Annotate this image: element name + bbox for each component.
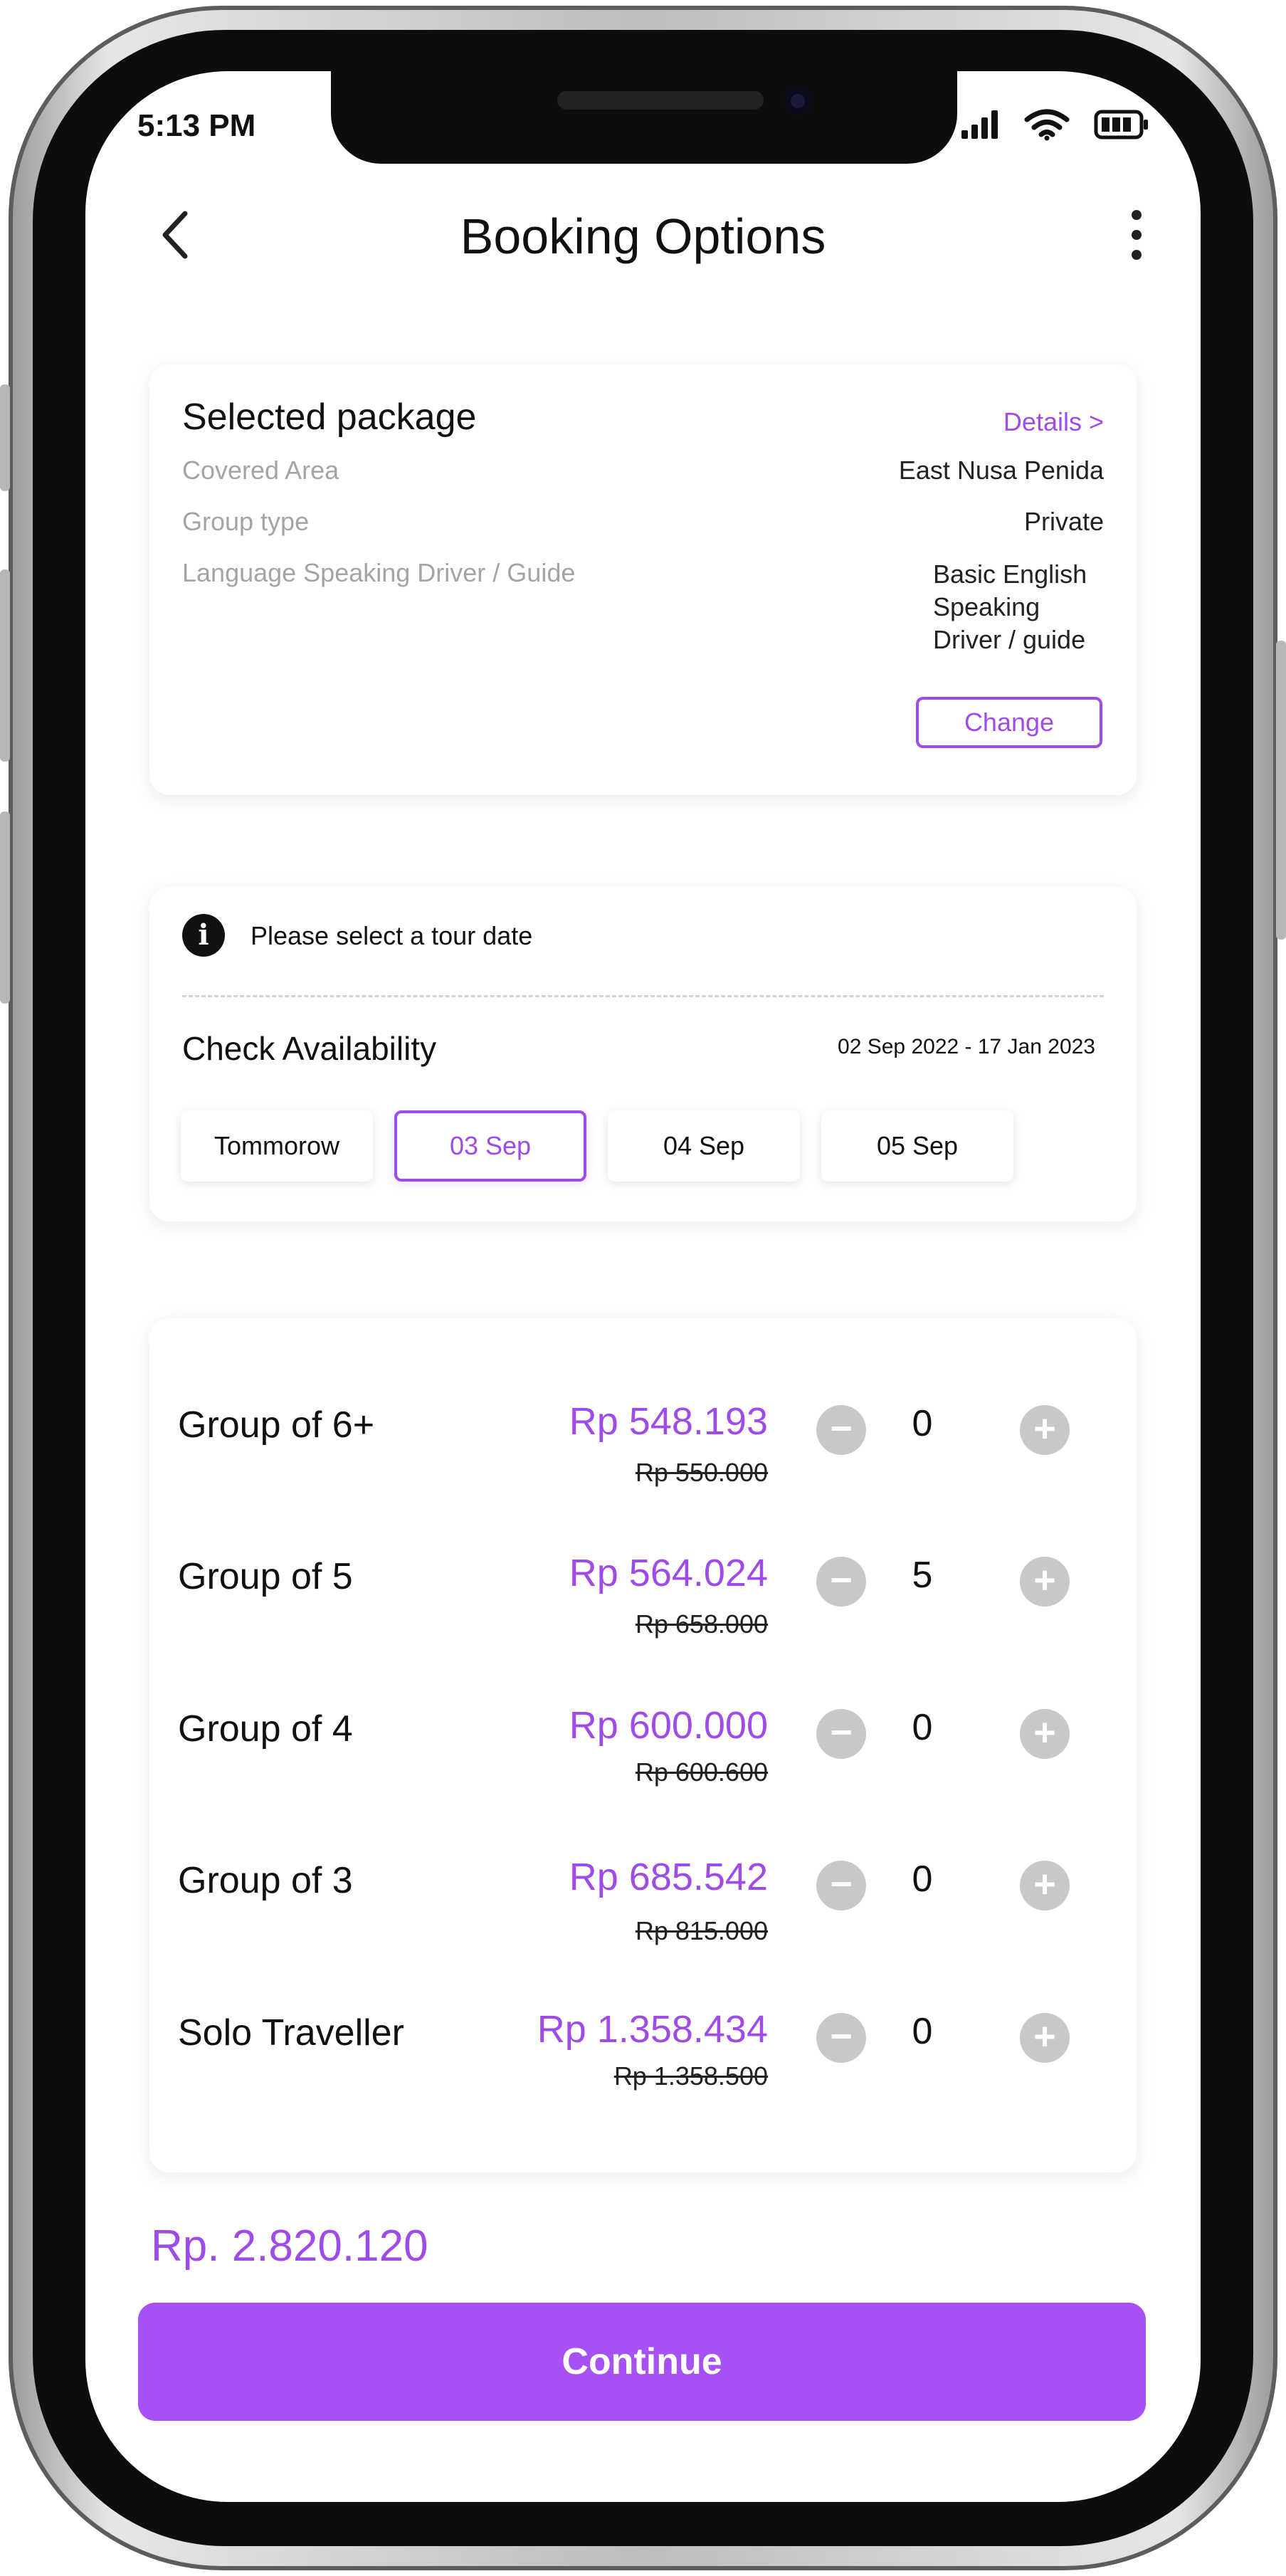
availability-date-range: 02 Sep 2022 - 17 Jan 2023 — [838, 1035, 1095, 1058]
group-pricing-card: Group of 6+ Rp 548.193 Rp 550.000 − 0 + … — [149, 1318, 1137, 2172]
more-options-icon[interactable] — [1122, 206, 1151, 263]
speaker — [557, 91, 764, 110]
decrease-quantity-button[interactable]: − — [816, 2013, 866, 2063]
status-time: 5:13 PM — [137, 108, 256, 143]
language-guide-label: Language Speaking Driver / Guide — [182, 558, 576, 587]
header-bar: Booking Options — [85, 192, 1201, 278]
battery-icon — [1094, 110, 1148, 140]
dashed-divider — [182, 995, 1104, 997]
group-price: Rp 685.542 — [569, 1856, 768, 1898]
group-old-price: Rp 658.000 — [635, 1609, 768, 1639]
date-chip-03-sep[interactable]: 03 Sep — [394, 1110, 586, 1182]
continue-button[interactable]: Continue — [138, 2303, 1146, 2421]
increase-quantity-button[interactable]: + — [1020, 1861, 1070, 1910]
language-guide-value: Basic English Speaking Driver / guide — [933, 559, 1087, 654]
tour-date-hint: Please select a tour date — [251, 921, 533, 950]
date-chip-04-sep[interactable]: 04 Sep — [608, 1110, 800, 1182]
increase-quantity-button[interactable]: + — [1020, 1709, 1070, 1759]
group-price: Rp 564.024 — [569, 1552, 768, 1594]
page-title: Booking Options — [460, 209, 826, 264]
group-label: Group of 5 — [178, 1556, 353, 1597]
group-label: Group of 3 — [178, 1860, 353, 1901]
increase-quantity-button[interactable]: + — [1020, 1405, 1070, 1455]
group-label: Group of 4 — [178, 1708, 353, 1750]
group-type-label: Group type — [182, 507, 310, 536]
notch — [331, 71, 957, 164]
group-old-price: Rp 1.358.500 — [613, 2061, 768, 2091]
phone-side-button — [0, 811, 10, 1004]
date-chip-05-sep[interactable]: 05 Sep — [821, 1110, 1013, 1182]
increase-quantity-button[interactable]: + — [1020, 2013, 1070, 2063]
quantity-value: 0 — [912, 2011, 933, 2052]
total-price: Rp. 2.820.120 — [151, 2222, 428, 2271]
quantity-value: 0 — [912, 1403, 933, 1444]
covered-area-label: Covered Area — [182, 456, 339, 485]
decrease-quantity-button[interactable]: − — [816, 1709, 866, 1759]
decrease-quantity-button[interactable]: − — [816, 1557, 866, 1607]
group-row: Group of 6+ Rp 548.193 Rp 550.000 − 0 + — [149, 1375, 1137, 1496]
group-row: Group of 5 Rp 564.024 Rp 658.000 − 5 + — [149, 1527, 1137, 1648]
quantity-value: 5 — [912, 1555, 933, 1596]
group-old-price: Rp 815.000 — [635, 1916, 768, 1945]
phone-side-button — [0, 569, 10, 762]
wifi-icon — [1024, 109, 1070, 141]
group-label: Group of 6+ — [178, 1404, 375, 1446]
quantity-value: 0 — [912, 1859, 933, 1900]
group-price: Rp 1.358.434 — [537, 2008, 768, 2051]
group-old-price: Rp 600.600 — [635, 1757, 768, 1787]
details-link[interactable]: Details > — [1003, 407, 1104, 437]
increase-quantity-button[interactable]: + — [1020, 1557, 1070, 1607]
selected-package-card: Selected package Details > Covered Area … — [149, 364, 1137, 795]
signal-icon — [961, 110, 998, 139]
group-price: Rp 600.000 — [569, 1704, 768, 1747]
phone-side-button — [1276, 641, 1286, 940]
quantity-value: 0 — [912, 1707, 933, 1748]
covered-area-value: East Nusa Penida — [898, 456, 1104, 485]
group-old-price: Rp 550.000 — [635, 1458, 768, 1487]
group-label: Solo Traveller — [178, 2012, 404, 2054]
group-row: Solo Traveller Rp 1.358.434 Rp 1.358.500… — [149, 1983, 1137, 2104]
group-row: Group of 4 Rp 600.000 Rp 600.600 − 0 + — [149, 1679, 1137, 1800]
check-availability-title: Check Availability — [182, 1030, 437, 1067]
decrease-quantity-button[interactable]: − — [816, 1861, 866, 1910]
date-chip-tomorrow[interactable]: Tommorow — [181, 1110, 373, 1182]
info-icon: i — [182, 914, 225, 957]
camera — [784, 87, 812, 115]
decrease-quantity-button[interactable]: − — [816, 1405, 866, 1455]
status-icons — [960, 108, 1149, 141]
group-type-value: Private — [1023, 507, 1104, 536]
availability-card: i Please select a tour date Check Availa… — [149, 887, 1137, 1221]
change-button[interactable]: Change — [916, 697, 1102, 748]
group-row: Group of 3 Rp 685.542 Rp 815.000 − 0 + — [149, 1831, 1137, 1952]
phone-side-button — [0, 384, 10, 491]
group-price: Rp 548.193 — [569, 1400, 768, 1443]
app-screen: 5:13 PM Booking Options Selected package… — [85, 71, 1201, 2502]
package-title: Selected package — [182, 396, 477, 438]
